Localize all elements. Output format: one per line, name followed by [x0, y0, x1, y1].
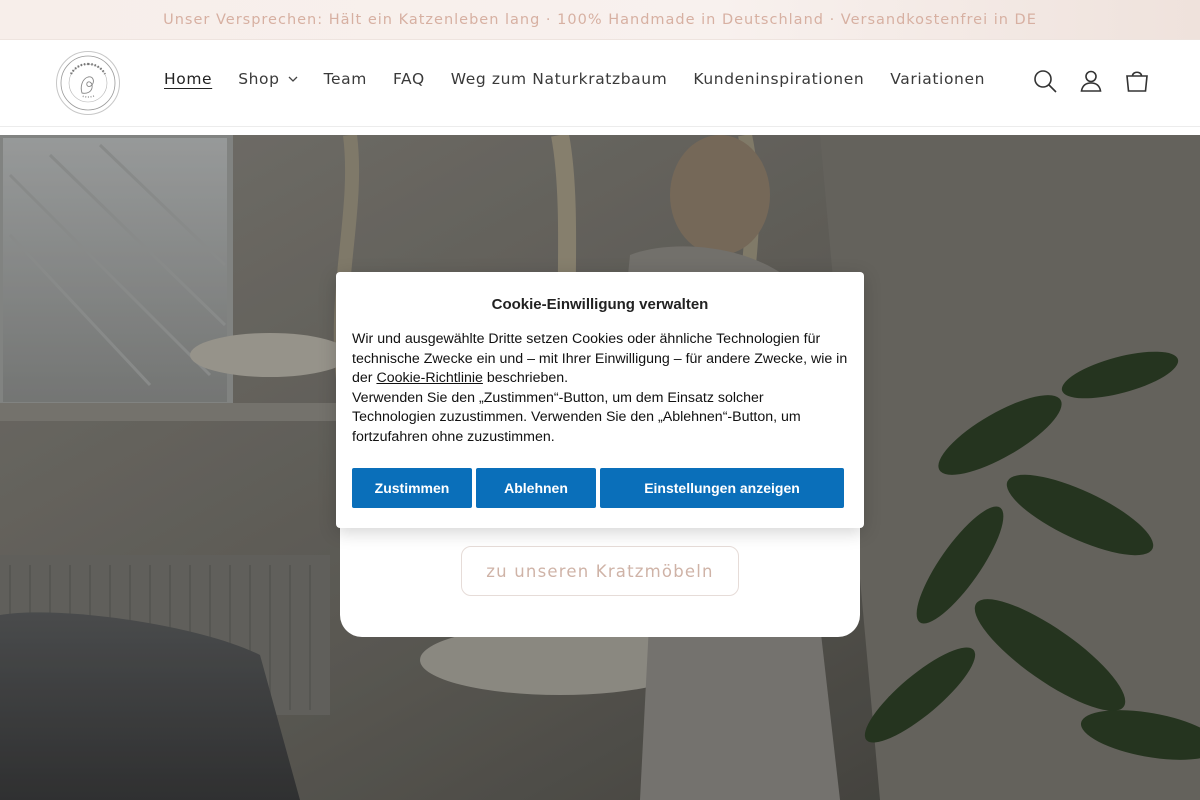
header-icons — [1012, 68, 1150, 94]
nav-weg-zum-naturkratzbaum[interactable]: Weg zum Naturkratzbaum — [451, 70, 668, 88]
site-header: Home Shop Team FAQ Weg zum Naturkratzbau… — [0, 40, 1200, 127]
logo-seal-icon — [60, 55, 116, 111]
cookie-button-row: Zustimmen Ablehnen Einstellungen anzeige… — [352, 468, 844, 508]
brand-logo[interactable] — [56, 51, 120, 115]
cookie-text-part2: beschrieben. — [482, 370, 569, 386]
hero-shop-button[interactable]: zu unseren Kratzmöbeln — [461, 546, 739, 596]
announcement-text: Unser Versprechen: Hält ein Katzenleben … — [163, 11, 1037, 28]
chevron-down-icon — [288, 76, 298, 82]
account-icon[interactable] — [1078, 68, 1104, 94]
nav-home[interactable]: Home — [164, 70, 212, 88]
nav-kundeninspirationen[interactable]: Kundeninspirationen — [693, 70, 864, 88]
cookie-accept-button[interactable]: Zustimmen — [352, 468, 472, 508]
cookie-dialog-title: Cookie-Einwilligung verwalten — [491, 296, 709, 313]
nav-shop[interactable]: Shop — [238, 70, 298, 88]
nav-variationen[interactable]: Variationen — [890, 70, 985, 88]
search-icon[interactable] — [1032, 68, 1058, 94]
nav-team[interactable]: Team — [324, 70, 367, 88]
cookie-dialog-text: Wir und ausgewählte Dritte setzen Cookie… — [352, 330, 848, 447]
nav-faq[interactable]: FAQ — [393, 70, 425, 88]
cookie-settings-button[interactable]: Einstellungen anzeigen — [600, 468, 844, 508]
cookie-consent-dialog: Cookie-Einwilligung verwalten Wir und au… — [336, 272, 864, 528]
nav-shop-label: Shop — [238, 70, 280, 88]
main-navigation: Home Shop Team FAQ Weg zum Naturkratzbau… — [164, 70, 1011, 88]
cookie-reject-button[interactable]: Ablehnen — [476, 468, 596, 508]
cart-icon[interactable] — [1124, 68, 1150, 94]
announcement-bar: Unser Versprechen: Hält ein Katzenleben … — [0, 0, 1200, 40]
cookie-policy-link[interactable]: Cookie-Richtlinie — [376, 370, 482, 386]
cookie-text-part3: Verwenden Sie den „Zustimmen“-Button, um… — [352, 389, 801, 445]
